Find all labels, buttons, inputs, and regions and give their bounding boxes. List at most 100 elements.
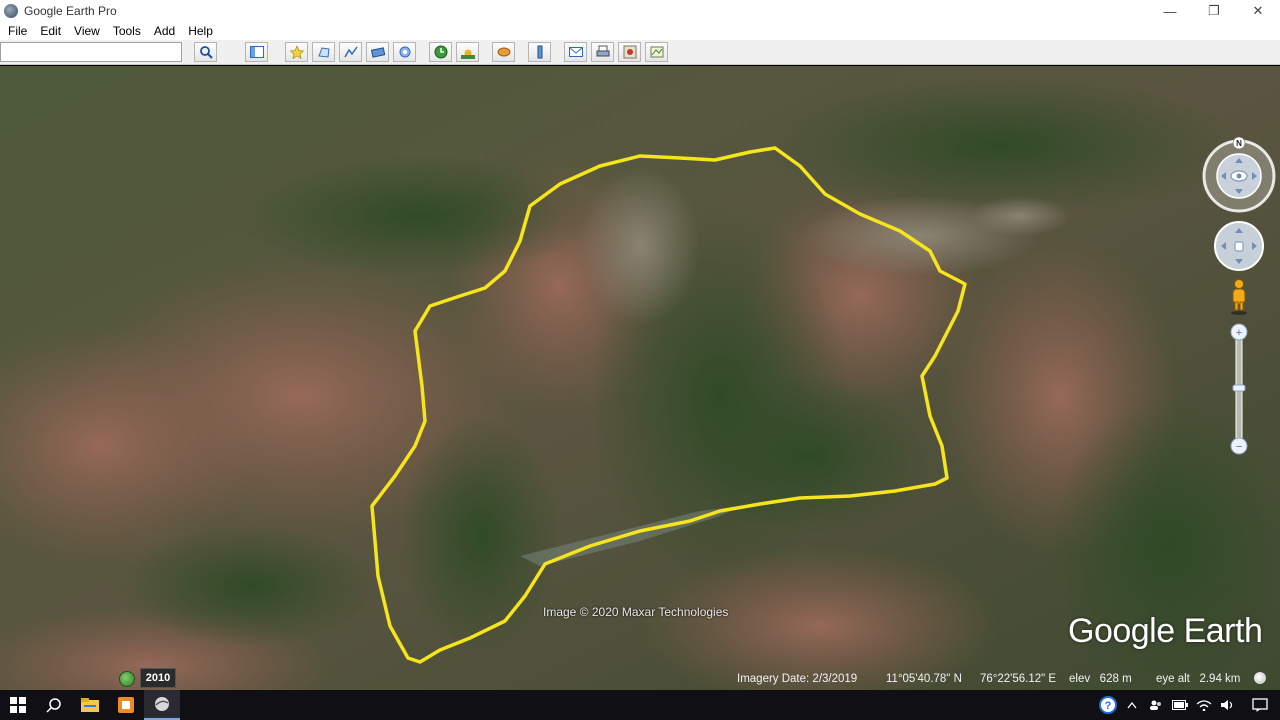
search-input[interactable] [0, 42, 182, 62]
wifi-icon [1196, 700, 1212, 711]
close-button[interactable]: ✕ [1236, 0, 1280, 22]
add-path-icon [343, 46, 358, 58]
historical-imagery-button[interactable] [429, 42, 452, 62]
taskbar-app-orange[interactable] [108, 690, 144, 720]
email-button[interactable] [564, 42, 587, 62]
look-joystick[interactable]: N [1202, 136, 1276, 213]
chevron-up-icon [1127, 701, 1137, 709]
search-button[interactable] [194, 42, 217, 62]
menu-add[interactable]: Add [149, 24, 180, 38]
menu-tools[interactable]: Tools [108, 24, 146, 38]
navigation-controls: N + − [1202, 136, 1276, 455]
save-image-button[interactable] [618, 42, 641, 62]
menu-edit[interactable]: Edit [35, 24, 66, 38]
add-image-overlay-button[interactable] [366, 42, 389, 62]
view-in-maps-button[interactable] [645, 42, 668, 62]
menu-view[interactable]: View [69, 24, 105, 38]
sunlight-icon [460, 49, 475, 59]
show-hidden-icons-button[interactable] [1120, 690, 1144, 720]
menu-help[interactable]: Help [183, 24, 218, 38]
people-icon [1150, 700, 1161, 710]
minimize-button[interactable]: — [1148, 0, 1192, 22]
switch-planet-icon [497, 47, 510, 57]
volume-icon [1221, 700, 1233, 710]
zoom-slider-handle[interactable] [1232, 384, 1246, 392]
google-earth-logo: Google Earth [1068, 612, 1263, 650]
restore-button[interactable]: ❐ [1192, 0, 1236, 22]
longitude-readout: 76°22'56.12" E [980, 673, 1057, 685]
print-button[interactable] [591, 42, 614, 62]
ruler-icon [537, 45, 542, 59]
sunlight-button[interactable] [456, 42, 479, 62]
help-tray-button[interactable]: ? [1096, 690, 1120, 720]
volume-tray-button[interactable] [1216, 690, 1240, 720]
latitude-readout: 11°05'40.78" N [886, 673, 962, 685]
google-earth-icon [155, 697, 169, 711]
zoom-slider[interactable]: + − [1230, 323, 1248, 455]
switch-planet-button[interactable] [492, 42, 515, 62]
toolbar-planet-group [488, 42, 515, 62]
streaming-indicator-icon [1254, 672, 1266, 684]
start-button[interactable] [0, 690, 36, 720]
map-viewport[interactable]: N + − Image © 2020 Maxar Technologies Go… [0, 66, 1280, 690]
move-joystick[interactable] [1214, 221, 1264, 271]
pegman-icon[interactable] [1231, 279, 1247, 316]
record-tour-icon [399, 46, 410, 58]
system-tray: ? [1096, 690, 1280, 720]
add-placemark-icon [289, 45, 304, 59]
imagery-attribution: Image © 2020 Maxar Technologies [543, 605, 729, 619]
sidebar-toggle-button[interactable] [245, 42, 268, 62]
notification-icon [1252, 698, 1268, 712]
menu-bar: File Edit View Tools Add Help [0, 22, 1280, 40]
imagery-date: Imagery Date: 2/3/2019 [737, 673, 858, 685]
record-tour-button[interactable] [393, 42, 416, 62]
toolbar-add-group [281, 42, 416, 62]
taskbar-search-button[interactable] [36, 690, 72, 720]
view-in-maps-icon [650, 46, 663, 58]
windows-start-icon [10, 697, 26, 713]
search-icon [199, 46, 213, 59]
toolbar-share-group [560, 42, 668, 62]
save-image-icon [623, 45, 636, 59]
help-icon: ? [1099, 696, 1117, 714]
zoom-out-button[interactable]: − [1236, 441, 1242, 453]
svg-text:?: ? [1105, 700, 1112, 712]
windows-taskbar: ? [0, 690, 1280, 720]
title-bar: Google Earth Pro — ❐ ✕ [0, 0, 1280, 22]
toolbar-view-group [425, 42, 479, 62]
window-controls: — ❐ ✕ [1148, 0, 1280, 22]
eye-icon [1230, 170, 1248, 182]
google-earth-app-icon [4, 4, 18, 18]
add-polygon-button[interactable] [312, 42, 335, 62]
add-placemark-button[interactable] [285, 42, 308, 62]
ruler-button[interactable] [528, 42, 551, 62]
file-explorer-icon [81, 698, 99, 712]
menu-file[interactable]: File [3, 24, 32, 38]
add-image-overlay-icon [370, 47, 385, 58]
battery-tray-button[interactable] [1168, 690, 1192, 720]
print-icon [596, 45, 609, 57]
search-icon [46, 698, 61, 713]
app-orange-icon [118, 697, 134, 713]
sidebar-toggle-icon [249, 46, 264, 58]
toolbar [0, 40, 1280, 65]
eye-altitude-readout: eye alt 2.94 km [1156, 673, 1241, 685]
battery-icon [1172, 700, 1188, 710]
window-title: Google Earth Pro [24, 4, 117, 18]
file-explorer-button[interactable] [72, 690, 108, 720]
hand-icon [1234, 241, 1244, 252]
status-bar: Imagery Date: 2/3/2019 11°05'40.78" N 76… [0, 668, 1280, 690]
taskbar-google-earth[interactable] [144, 690, 180, 720]
action-center-button[interactable] [1240, 690, 1280, 720]
historical-imagery-icon [434, 45, 447, 59]
add-path-button[interactable] [339, 42, 362, 62]
wifi-tray-button[interactable] [1192, 690, 1216, 720]
zoom-in-button[interactable]: + [1236, 327, 1242, 339]
satellite-terrain [0, 66, 1280, 690]
add-polygon-icon [317, 47, 330, 58]
compass-north-label: N [1236, 139, 1242, 148]
toolbar-ruler-group [524, 42, 551, 62]
people-tray-button[interactable] [1144, 690, 1168, 720]
elevation-readout: elev 628 m [1069, 673, 1132, 685]
email-icon [568, 47, 583, 57]
